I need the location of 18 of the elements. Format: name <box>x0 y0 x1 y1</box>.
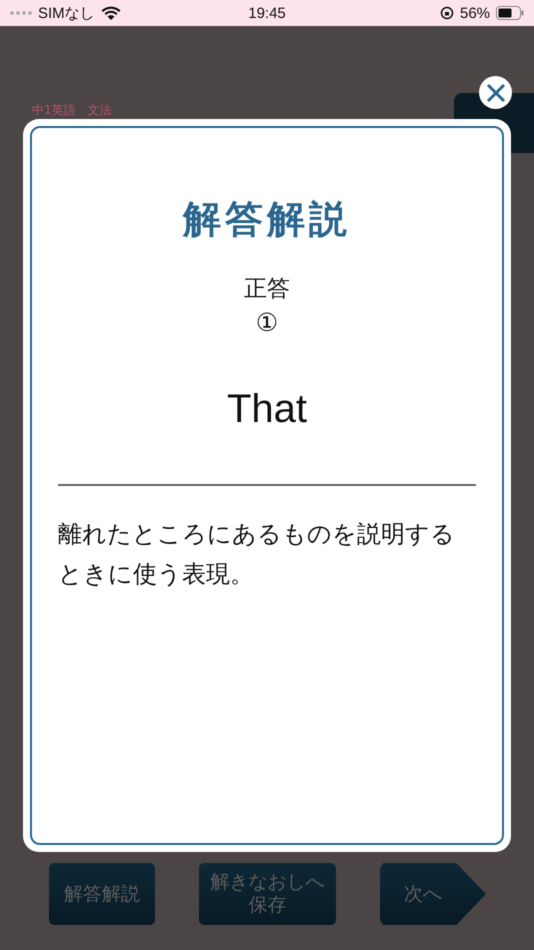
action-button[interactable]: 解答解説 <box>49 863 155 925</box>
answer-label: 正答 <box>244 275 290 304</box>
battery-icon <box>496 6 524 20</box>
action-button[interactable]: 解きなおしへ 保存 <box>199 863 336 925</box>
wifi-icon <box>100 6 121 20</box>
close-button[interactable] <box>479 76 512 109</box>
clock-time: 19:45 <box>248 4 286 22</box>
close-icon <box>486 82 506 102</box>
subject-label: 中1英語 文法 <box>32 102 113 119</box>
carrier-name: SIMなし <box>38 4 95 22</box>
rotation-lock-icon <box>440 6 454 20</box>
dialog-title: 解答解説 <box>183 196 351 243</box>
answer-text: That <box>226 387 308 432</box>
explanation-text: 離れたところにあるものを説明するときに使う表現。 <box>58 519 456 590</box>
answer-number: ① <box>256 308 278 337</box>
next-button[interactable]: 次へ <box>380 863 486 925</box>
signal-icon <box>10 11 32 15</box>
battery-percent: 56% <box>460 4 490 22</box>
